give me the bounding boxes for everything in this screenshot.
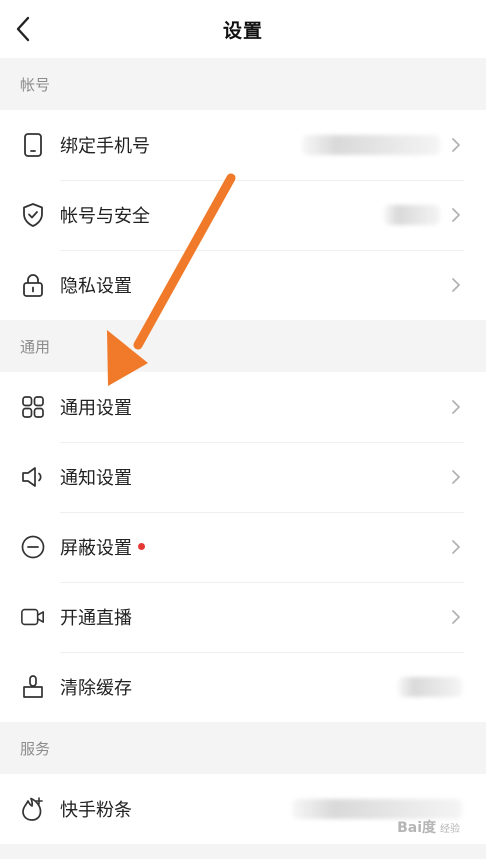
flame-plus-icon xyxy=(20,796,46,822)
settings-item-clear-cache[interactable]: 清除缓存 xyxy=(0,652,486,722)
minus-circle-icon xyxy=(20,534,46,560)
redacted-value xyxy=(384,205,440,225)
settings-item-label: 屏蔽设置 xyxy=(60,538,132,559)
settings-item-notifications[interactable]: 通知设置 xyxy=(0,442,486,512)
notification-dot xyxy=(138,542,145,550)
chevron-right-icon xyxy=(450,538,462,556)
phone-icon xyxy=(20,132,46,158)
settings-item-general[interactable]: 通用设置 xyxy=(0,372,486,442)
settings-item-bind-phone[interactable]: 绑定手机号 xyxy=(0,110,486,180)
watermark-subtext: 经验 xyxy=(440,823,460,835)
page-title: 设置 xyxy=(222,19,263,42)
redacted-value xyxy=(302,135,440,155)
chevron-right-icon xyxy=(450,398,462,416)
video-camera-icon xyxy=(20,604,46,630)
redacted-value xyxy=(398,677,462,697)
speaker-icon xyxy=(20,464,46,490)
settings-item-label: 快手粉条 xyxy=(60,800,132,821)
settings-item-label: 绑定手机号 xyxy=(60,136,150,157)
settings-item-label: 通知设置 xyxy=(60,468,132,489)
chevron-right-icon xyxy=(450,608,462,626)
settings-item-go-live[interactable]: 开通直播 xyxy=(0,582,486,652)
settings-item-block[interactable]: 屏蔽设置 xyxy=(0,512,486,582)
settings-item-privacy[interactable]: 隐私设置 xyxy=(0,250,486,320)
section-header-general: 通用 xyxy=(0,320,486,372)
lock-icon xyxy=(20,272,46,298)
back-button[interactable] xyxy=(8,13,38,45)
settings-screen: 设置 帐号 绑定手机号 帐号与安全 隐私设置 通用 通用设置 通知设置 屏蔽设置… xyxy=(0,0,486,859)
account-group: 绑定手机号 帐号与安全 隐私设置 xyxy=(0,110,486,320)
watermark-text: Bai度 xyxy=(397,820,436,836)
settings-item-label: 通用设置 xyxy=(60,398,132,419)
chevron-right-icon xyxy=(450,206,462,224)
section-header-services: 服务 xyxy=(0,722,486,774)
top-bar: 设置 xyxy=(0,0,486,58)
chevron-right-icon xyxy=(450,136,462,154)
shield-check-icon xyxy=(20,202,46,228)
baidu-watermark: Bai度 经验 xyxy=(397,817,460,837)
settings-item-account-security[interactable]: 帐号与安全 xyxy=(0,180,486,250)
broom-icon xyxy=(20,674,46,700)
chevron-right-icon xyxy=(450,468,462,486)
chevron-right-icon xyxy=(450,276,462,294)
settings-item-label: 帐号与安全 xyxy=(60,206,150,227)
settings-item-label: 开通直播 xyxy=(60,608,132,629)
settings-item-label: 清除缓存 xyxy=(60,678,132,699)
settings-item-label: 隐私设置 xyxy=(60,276,132,297)
general-group: 通用设置 通知设置 屏蔽设置 开通直播 清除缓存 xyxy=(0,372,486,722)
section-header-account: 帐号 xyxy=(0,58,486,110)
grid-icon xyxy=(20,394,46,420)
chevron-left-icon xyxy=(16,16,30,42)
redacted-value xyxy=(292,799,462,819)
